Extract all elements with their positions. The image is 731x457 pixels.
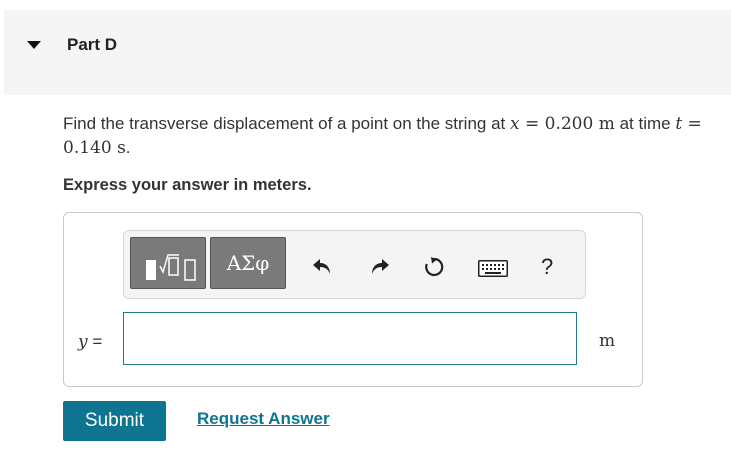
collapse-toggle-icon[interactable]: [27, 41, 41, 49]
question-text: Find the transverse displacement of a po…: [63, 112, 728, 160]
answer-instruction: Express your answer in meters.: [63, 176, 312, 194]
answer-unit: m: [599, 331, 616, 351]
reset-icon[interactable]: [423, 256, 445, 278]
keyboard-icon[interactable]: [478, 260, 508, 277]
greek-letters-label: ΑΣφ: [226, 251, 270, 275]
help-icon[interactable]: ?: [541, 254, 553, 280]
greek-letters-button[interactable]: ΑΣφ: [210, 237, 286, 289]
submit-button[interactable]: Submit: [63, 401, 166, 441]
math-x-expression: x = 0.200 m: [509, 114, 615, 134]
question-text-start: Find the transverse displacement of a po…: [63, 114, 510, 133]
question-text-end: .: [125, 138, 131, 157]
redo-icon[interactable]: [368, 256, 390, 278]
template-button[interactable]: [130, 237, 206, 289]
part-title: Part D: [67, 35, 118, 54]
answer-input[interactable]: [123, 312, 577, 365]
request-answer-link[interactable]: Request Answer: [197, 409, 330, 429]
template-icon: [146, 254, 196, 281]
answer-variable-label: y =: [78, 332, 103, 352]
undo-icon[interactable]: [312, 256, 334, 278]
question-text-mid: at time: [614, 114, 676, 133]
